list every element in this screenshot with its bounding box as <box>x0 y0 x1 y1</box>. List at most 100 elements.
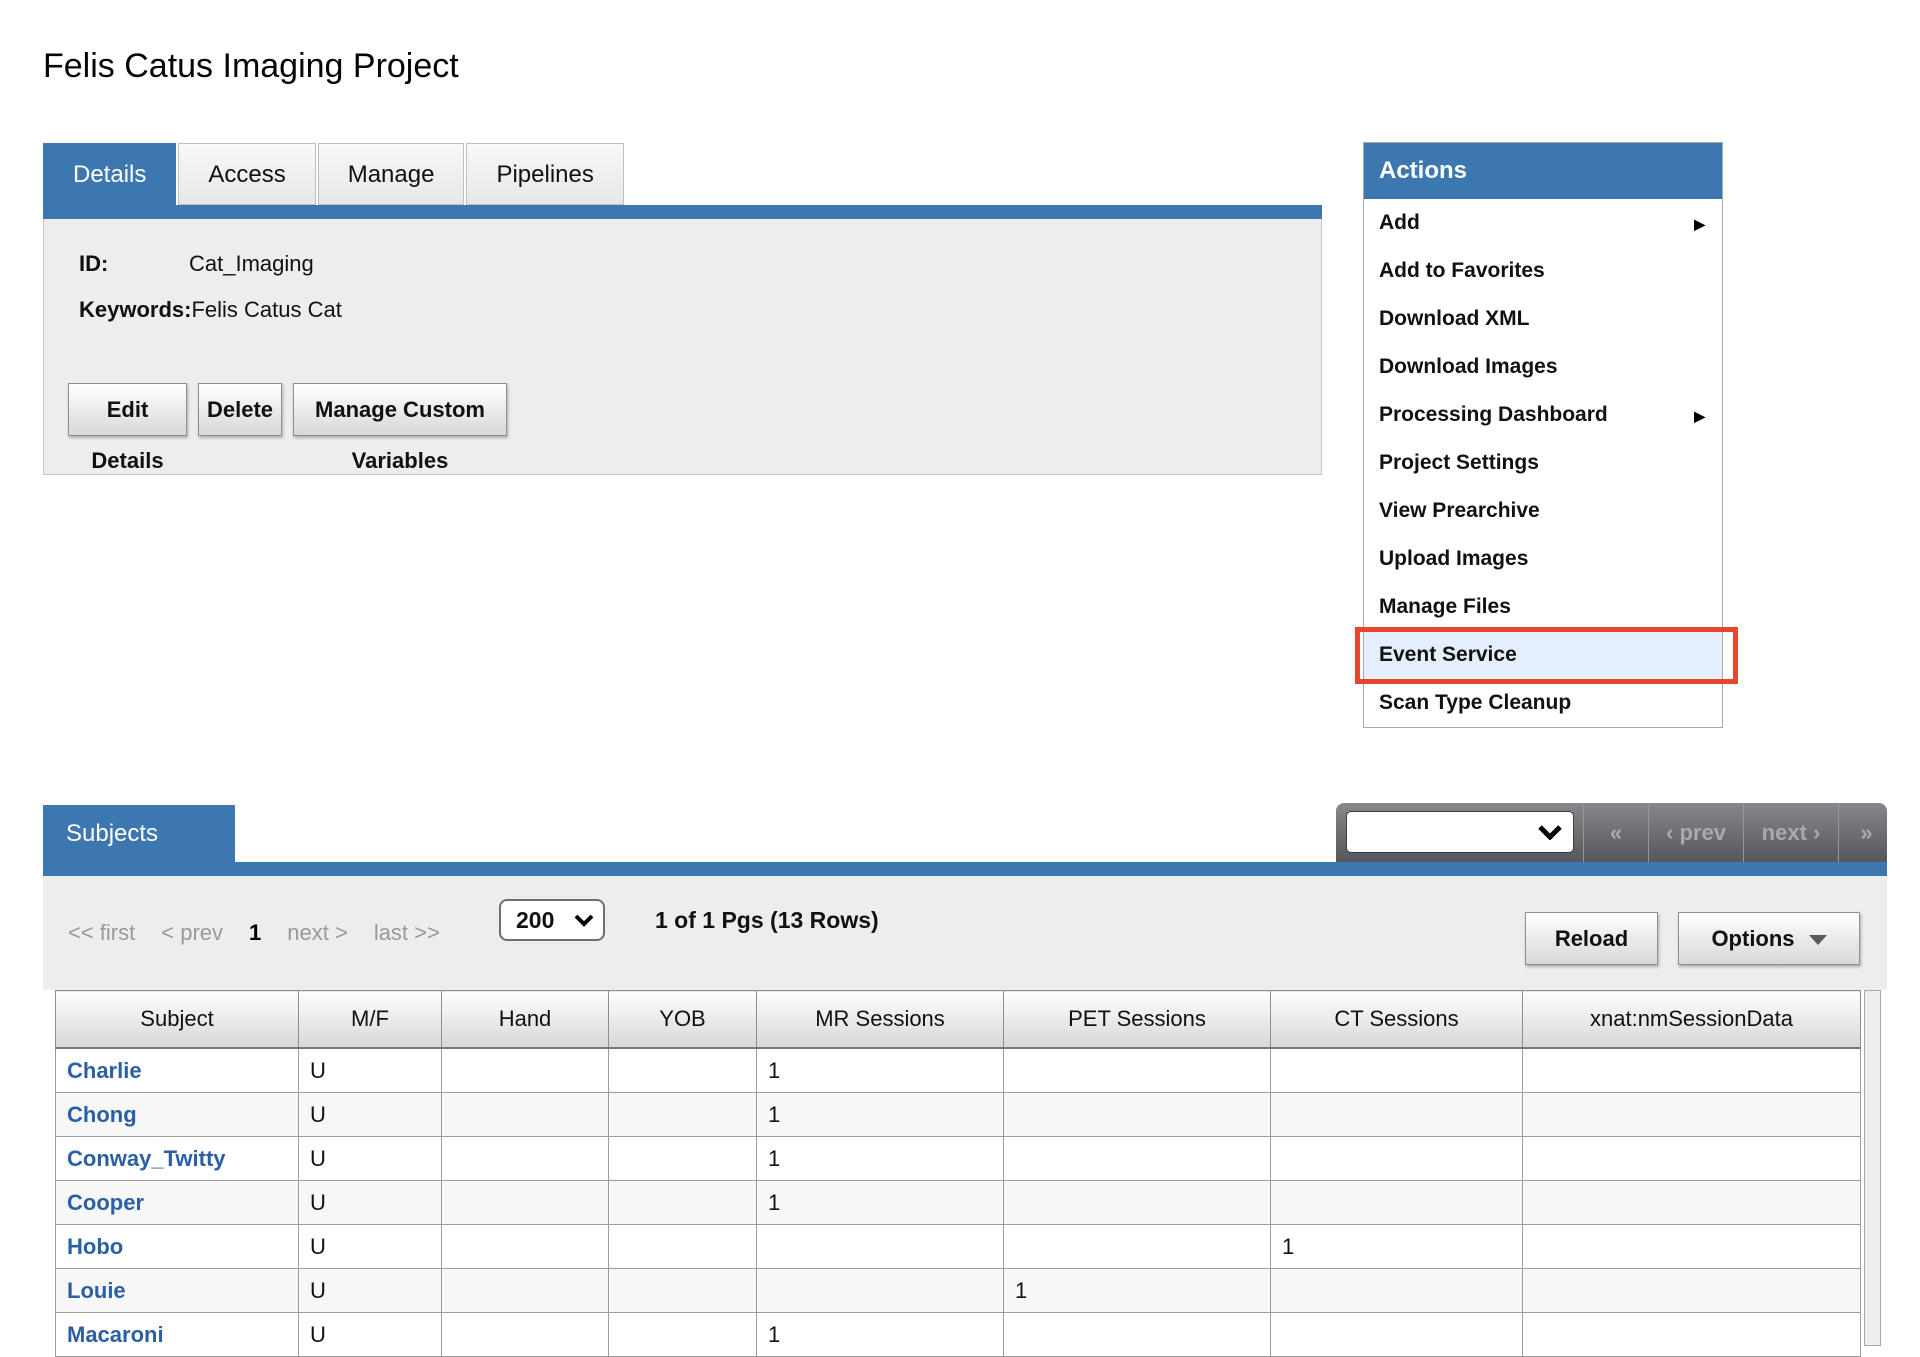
table-cell <box>609 1048 757 1093</box>
field-id-value: Cat_Imaging <box>189 251 314 276</box>
table-cell: U <box>299 1137 442 1181</box>
table-cell <box>1523 1093 1861 1137</box>
table-cell <box>609 1093 757 1137</box>
table-cell: U <box>299 1225 442 1269</box>
pager-last[interactable]: last >> <box>374 920 440 946</box>
column-header-yob[interactable]: YOB <box>609 991 757 1049</box>
options-button-label: Options <box>1711 926 1794 951</box>
tab-pipelines[interactable]: Pipelines <box>466 143 623 205</box>
table-row: MacaroniU1 <box>56 1313 1861 1357</box>
table-row: CooperU1 <box>56 1181 1861 1225</box>
page-size-select[interactable]: 200 <box>499 899 605 941</box>
pager-prev[interactable]: < prev <box>161 920 223 946</box>
delete-button[interactable]: Delete <box>198 383 282 436</box>
row-count-summary: 1 of 1 Pgs (13 Rows) <box>655 907 879 934</box>
submenu-arrow-icon: ▶ <box>1694 200 1705 248</box>
field-keywords: Keywords:Felis Catus Cat <box>79 297 342 323</box>
table-cell <box>1523 1181 1861 1225</box>
last-page-button[interactable]: » <box>1838 803 1894 862</box>
table-cell <box>1271 1313 1523 1357</box>
table-scroll-gutter <box>1864 990 1881 1346</box>
table-cell: 1 <box>757 1137 1004 1181</box>
actions-panel: Actions Add ▶Add to Favorites Download XML… <box>1363 142 1723 728</box>
tab-manage[interactable]: Manage <box>318 143 465 205</box>
page-jump-select[interactable] <box>1346 811 1574 853</box>
first-page-button[interactable]: « <box>1583 803 1648 862</box>
table-cell <box>1004 1181 1271 1225</box>
subjects-toolbar: << first < prev 1 next > last >> 200 1 o… <box>43 876 1887 990</box>
column-header-pet-sessions[interactable]: PET Sessions <box>1004 991 1271 1049</box>
options-button[interactable]: Options <box>1678 912 1860 965</box>
pager-next[interactable]: next > <box>287 920 348 946</box>
action-item-view-prearchive[interactable]: View Prearchive <box>1364 487 1722 535</box>
table-row: ChongU1 <box>56 1093 1861 1137</box>
column-header-mr-sessions[interactable]: MR Sessions <box>757 991 1004 1049</box>
table-cell <box>1271 1269 1523 1313</box>
action-item-add[interactable]: Add ▶ <box>1364 199 1722 247</box>
manage-custom-variables-button[interactable]: Manage Custom Variables <box>293 383 507 436</box>
column-header-hand[interactable]: Hand <box>442 991 609 1049</box>
tab-access[interactable]: Access <box>178 143 315 205</box>
column-header-subject[interactable]: Subject <box>56 991 299 1049</box>
action-item-label: Project Settings <box>1379 451 1539 474</box>
subjects-top-pager: «‹ prevnext ›» <box>1336 803 1887 862</box>
table-cell <box>442 1048 609 1093</box>
table-cell <box>1004 1093 1271 1137</box>
action-item-upload-images[interactable]: Upload Images <box>1364 535 1722 583</box>
table-cell <box>1004 1225 1271 1269</box>
next-page-button[interactable]: next › <box>1743 803 1838 862</box>
subject-link[interactable]: Louie <box>56 1269 299 1313</box>
actions-panel-header: Actions <box>1364 143 1722 199</box>
field-keywords-label: Keywords: <box>79 297 191 323</box>
field-keywords-value: Felis Catus Cat <box>191 297 341 322</box>
action-item-label: View Prearchive <box>1379 499 1540 522</box>
pager-first[interactable]: << first <box>68 920 135 946</box>
chevron-down-icon <box>574 914 594 927</box>
table-cell <box>442 1181 609 1225</box>
table-cell: 1 <box>757 1181 1004 1225</box>
reload-button[interactable]: Reload <box>1525 912 1658 965</box>
table-cell <box>1271 1048 1523 1093</box>
table-cell: 1 <box>1271 1225 1523 1269</box>
column-header-ct-sessions[interactable]: CT Sessions <box>1271 991 1523 1049</box>
action-item-event-service[interactable]: Event Service <box>1364 631 1722 679</box>
tab-subjects[interactable]: Subjects <box>43 805 235 863</box>
action-item-project-settings[interactable]: Project Settings <box>1364 439 1722 487</box>
action-item-add-to-favorites[interactable]: Add to Favorites <box>1364 247 1722 295</box>
table-cell <box>442 1225 609 1269</box>
subject-link[interactable]: Chong <box>56 1093 299 1137</box>
top-pager-buttons: «‹ prevnext ›» <box>1583 803 1894 862</box>
table-cell <box>609 1269 757 1313</box>
action-item-scan-type-cleanup[interactable]: Scan Type Cleanup <box>1364 679 1722 727</box>
tab-details[interactable]: Details <box>43 143 176 205</box>
subject-link[interactable]: Hobo <box>56 1225 299 1269</box>
action-item-label: Download XML <box>1379 307 1530 330</box>
subject-link[interactable]: Cooper <box>56 1181 299 1225</box>
edit-details-button[interactable]: Edit Details <box>68 383 187 436</box>
table-cell: 1 <box>757 1313 1004 1357</box>
subject-link[interactable]: Conway_Twitty <box>56 1137 299 1181</box>
table-cell <box>1271 1181 1523 1225</box>
subjects-underline-bar <box>43 862 1887 876</box>
action-item-processing-dashboard[interactable]: Processing Dashboard▶ <box>1364 391 1722 439</box>
table-cell <box>609 1313 757 1357</box>
table-cell <box>609 1181 757 1225</box>
column-header-xnat-nmsessiondata[interactable]: xnat:nmSessionData <box>1523 991 1861 1049</box>
action-item-label: Processing Dashboard <box>1379 403 1608 426</box>
subject-link[interactable]: Macaroni <box>56 1313 299 1357</box>
prev-page-button[interactable]: ‹ prev <box>1648 803 1743 862</box>
action-item-download-xml[interactable]: Download XML <box>1364 295 1722 343</box>
field-id-label: ID: <box>79 251 189 277</box>
column-header-m-f[interactable]: M/F <box>299 991 442 1049</box>
field-id: ID:Cat_Imaging <box>79 251 314 277</box>
action-item-label: Add <box>1379 211 1420 234</box>
action-item-manage-files[interactable]: Manage Files <box>1364 583 1722 631</box>
pager-controls: << first < prev 1 next > last >> <box>68 920 440 946</box>
subjects-table: SubjectM/FHandYOBMR SessionsPET Sessions… <box>55 990 1861 1357</box>
table-cell <box>1004 1048 1271 1093</box>
table-cell <box>609 1225 757 1269</box>
table-cell <box>757 1269 1004 1313</box>
action-item-download-images[interactable]: Download Images <box>1364 343 1722 391</box>
action-item-label: Manage Files <box>1379 595 1511 618</box>
subject-link[interactable]: Charlie <box>56 1048 299 1093</box>
